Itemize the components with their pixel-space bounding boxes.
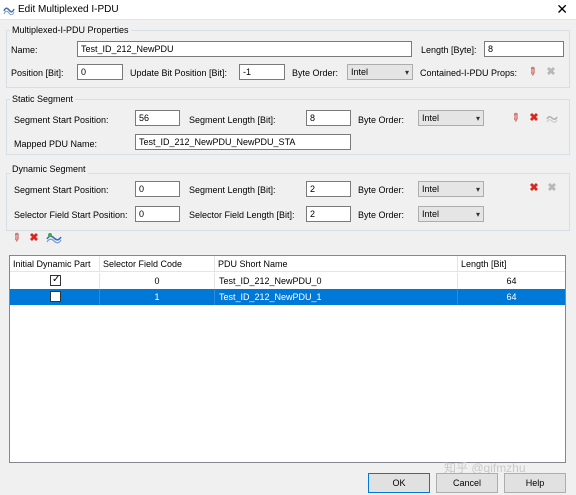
update-bit-label: Update Bit Position [Bit]: (130, 68, 228, 78)
length-cell: 64 (506, 276, 517, 286)
static-length-field[interactable]: 8 (306, 110, 351, 126)
length-cell: 64 (506, 292, 517, 302)
properties-group-label: Multiplexed-I-PDU Properties (10, 25, 131, 35)
selector-start-field[interactable]: 0 (135, 206, 180, 222)
dynamic-pdu-table[interactable]: Initial Dynamic Part Selector Field Code… (9, 255, 566, 463)
update-bit-field[interactable]: -1 (239, 64, 285, 80)
selector-byte-order-label: Byte Order: (358, 210, 405, 220)
add-pdu-icon[interactable] (546, 112, 558, 124)
delete-x-icon[interactable]: ✖ (528, 182, 540, 194)
dynamic-length-label: Segment Length [Bit]: (189, 185, 276, 195)
add-pdu-icon[interactable] (46, 232, 62, 244)
chevron-down-icon: ▾ (475, 185, 480, 194)
static-byte-order-select[interactable]: Intel ▾ (418, 110, 484, 126)
column-header-pdu-name[interactable]: PDU Short Name (215, 256, 458, 272)
selector-code-cell: 0 (100, 273, 215, 289)
static-start-label: Segment Start Position: (14, 115, 109, 125)
ok-button[interactable]: OK (368, 473, 430, 493)
delete-x-icon[interactable]: ✖ (545, 66, 557, 78)
dynamic-length-field[interactable]: 2 (306, 181, 351, 197)
help-button[interactable]: Help (504, 473, 566, 493)
dynamic-segment-label: Dynamic Segment (10, 164, 88, 174)
dynamic-byte-order-select[interactable]: Intel ▾ (418, 181, 484, 197)
table-row-selected[interactable]: 1 Test_ID_212_NewPDU_1 64 (10, 289, 565, 305)
chevron-down-icon: ▾ (404, 68, 409, 77)
pencil-icon[interactable]: ✎ (8, 230, 25, 247)
dynamic-byte-order-value: Intel (422, 184, 440, 194)
pdu-name-cell: Test_ID_212_NewPDU_1 (215, 289, 458, 305)
selector-byte-order-value: Intel (422, 209, 440, 219)
mapped-pdu-label: Mapped PDU Name: (14, 139, 98, 149)
column-header-selector-code[interactable]: Selector Field Code (100, 256, 215, 272)
delete-x-icon[interactable]: ✖ (546, 182, 558, 194)
byte-order-label: Byte Order: (292, 68, 339, 78)
chevron-down-icon: ▾ (475, 210, 480, 219)
contained-props-label: Contained-I-PDU Props: (420, 68, 518, 78)
selector-byte-order-select[interactable]: Intel ▾ (418, 206, 484, 222)
static-start-field[interactable]: 56 (135, 110, 180, 126)
initial-cell (10, 289, 100, 305)
name-label: Name: (11, 45, 38, 55)
window-title: Edit Multiplexed I-PDU (18, 4, 119, 15)
selector-code-cell: 1 (100, 289, 215, 305)
static-segment-label: Static Segment (10, 94, 76, 104)
dynamic-byte-order-label: Byte Order: (358, 185, 405, 195)
table-row[interactable]: ✓ 0 Test_ID_212_NewPDU_0 64 (10, 273, 565, 289)
selector-length-label: Selector Field Length [Bit]: (189, 210, 295, 220)
column-header-length[interactable]: Length [Bit] (458, 256, 565, 272)
static-byte-order-label: Byte Order: (358, 115, 405, 125)
column-header-initial[interactable]: Initial Dynamic Part (10, 256, 100, 272)
dynamic-segment-group (6, 173, 570, 231)
cancel-button[interactable]: Cancel (436, 473, 498, 493)
table-header: Initial Dynamic Part Selector Field Code… (10, 256, 565, 272)
selector-start-label: Selector Field Start Position: (14, 210, 128, 220)
static-byte-order-value: Intel (422, 113, 440, 123)
delete-x-icon[interactable]: ✖ (528, 112, 540, 124)
app-icon (3, 7, 15, 15)
byte-order-select[interactable]: Intel ▾ (347, 64, 413, 80)
dynamic-start-field[interactable]: 0 (135, 181, 180, 197)
pdu-name-cell: Test_ID_212_NewPDU_0 (215, 273, 458, 289)
static-length-label: Segment Length [Bit]: (189, 115, 276, 125)
close-icon[interactable]: ✕ (556, 2, 568, 16)
dynamic-start-label: Segment Start Position: (14, 185, 109, 195)
byte-order-value: Intel (351, 67, 369, 77)
title-bar: Edit Multiplexed I-PDU ✕ (0, 0, 576, 20)
check-icon: ✓ (52, 274, 61, 285)
position-field[interactable]: 0 (77, 64, 123, 80)
length-byte-label: Length [Byte]: (421, 45, 477, 55)
initial-cell: ✓ (10, 273, 100, 289)
initial-dynamic-checkbox[interactable]: ✓ (50, 274, 61, 286)
initial-dynamic-checkbox[interactable] (50, 291, 61, 302)
name-field[interactable]: Test_ID_212_NewPDU (77, 41, 412, 57)
position-label: Position [Bit]: (11, 68, 64, 78)
chevron-down-icon: ▾ (475, 114, 480, 123)
length-byte-field[interactable]: 8 (484, 41, 564, 57)
delete-x-icon[interactable]: ✖ (28, 232, 40, 244)
mapped-pdu-field[interactable]: Test_ID_212_NewPDU_NewPDU_STA (135, 134, 351, 150)
selector-length-field[interactable]: 2 (306, 206, 351, 222)
